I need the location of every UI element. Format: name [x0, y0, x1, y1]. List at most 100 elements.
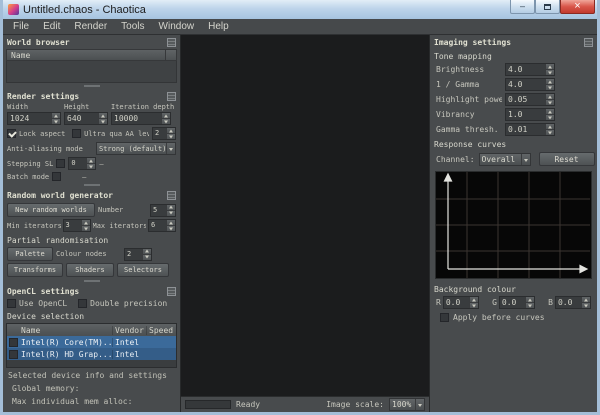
menu-render[interactable]: Render: [67, 20, 114, 33]
minimize-button[interactable]: –: [510, 0, 535, 14]
status-bar: Ready Image scale: 100%: [181, 396, 429, 412]
use-opencl-checkbox[interactable]: [7, 299, 16, 308]
width-input[interactable]: 1024: [7, 112, 61, 125]
render-settings-section-header: Render settings: [3, 89, 180, 103]
apply-before-curves-checkbox[interactable]: [440, 313, 449, 322]
device-row[interactable]: Intel(R) HD Grap... Intel: [7, 348, 176, 360]
brightness-input[interactable]: 4.0: [505, 63, 555, 76]
world-list[interactable]: [6, 61, 177, 83]
col-speed[interactable]: Speed: [146, 326, 176, 335]
imaging-settings-panel-icon[interactable]: [584, 38, 593, 47]
height-input[interactable]: 640: [64, 112, 108, 125]
background-colour-row: R 0.0 G 0.0 B 0.0: [430, 295, 597, 310]
selectors-button[interactable]: Selectors: [117, 263, 169, 277]
highlight-power-input[interactable]: 0.05: [505, 93, 555, 106]
aa-mode-select[interactable]: Strong (default): [96, 142, 176, 155]
shaders-button[interactable]: Shaders: [66, 263, 114, 277]
max-iterators-input[interactable]: 6: [148, 219, 176, 232]
image-scale-select[interactable]: 100%: [389, 398, 425, 411]
response-curves-label: Response curves: [430, 137, 597, 150]
image-scale-label: Image scale:: [326, 400, 384, 409]
stepping-sl-checkbox[interactable]: [56, 159, 65, 168]
apply-before-curves-row: Apply before curves: [430, 310, 597, 323]
device-checkbox[interactable]: [9, 338, 18, 347]
random-world-panel-icon[interactable]: [167, 191, 176, 200]
gamma-threshold-input[interactable]: 0.01: [505, 123, 555, 136]
vibrancy-label: Vibrancy: [436, 110, 502, 119]
batch-mode-checkbox[interactable]: [52, 172, 61, 181]
reset-button[interactable]: Reset: [539, 152, 595, 166]
green-input[interactable]: 0.0: [499, 296, 535, 309]
spin-down-icon: [51, 118, 60, 124]
gamma-input[interactable]: 4.0: [505, 78, 555, 91]
render-area[interactable]: [181, 35, 429, 396]
render-settings-panel-icon[interactable]: [167, 92, 176, 101]
aa-mode-label: Anti-aliasing mode: [7, 145, 83, 153]
aa-level-label: AA level: [125, 130, 149, 138]
batch-mode-label: Batch mode: [7, 173, 49, 181]
gamma-label: 1 / Gamma: [436, 80, 502, 89]
col-vendor[interactable]: Vendor: [112, 326, 146, 335]
spin-down-icon: [142, 254, 151, 260]
device-checkbox[interactable]: [9, 350, 18, 359]
world-browser-panel-icon[interactable]: [167, 38, 176, 47]
device-row[interactable]: Intel(R) Core(TM)... Intel: [7, 336, 176, 348]
menu-file[interactable]: File: [6, 20, 36, 33]
colour-nodes-input[interactable]: 2: [124, 248, 152, 261]
palette-button[interactable]: Palette: [7, 247, 53, 261]
close-icon: ×: [574, 2, 580, 11]
spin-down-icon: [166, 210, 175, 216]
response-curve-editor[interactable]: [435, 171, 592, 279]
apply-before-curves-label: Apply before curves: [453, 313, 545, 322]
use-opencl-label: Use OpenCL: [19, 299, 67, 308]
partial-randomisation-label: Partial randomisation: [3, 233, 180, 246]
spin-down-icon: [525, 302, 534, 308]
new-random-worlds-button[interactable]: New random worlds: [7, 203, 95, 217]
stepping-sl-input[interactable]: 0: [68, 157, 96, 170]
menu-edit[interactable]: Edit: [36, 20, 67, 33]
window-title: Untitled.chaos - Chaotica: [23, 4, 506, 16]
menu-bar: File Edit Render Tools Window Help: [3, 19, 597, 35]
menu-window[interactable]: Window: [152, 20, 202, 33]
channel-row: Channel: Overall Reset: [430, 150, 597, 168]
name-column-header[interactable]: Name: [6, 49, 177, 61]
spin-down-icon: [581, 302, 590, 308]
brightness-label: Brightness: [436, 65, 502, 74]
imaging-settings-section-header: Imaging settings: [430, 35, 597, 49]
blue-label: B: [548, 298, 553, 307]
ultra-quality-checkbox[interactable]: [72, 129, 81, 138]
maximize-button[interactable]: [535, 0, 560, 14]
spin-down-icon: [166, 133, 175, 139]
global-memory-label: Global memory:: [3, 382, 180, 395]
aa-level-input[interactable]: 2: [152, 127, 176, 140]
number-input[interactable]: 5: [150, 204, 176, 217]
col-name[interactable]: Name: [20, 326, 112, 335]
double-precision-checkbox[interactable]: [78, 299, 87, 308]
menu-help[interactable]: Help: [201, 20, 236, 33]
menu-tools[interactable]: Tools: [114, 20, 151, 33]
random-world-section-header: Random world generator: [3, 188, 180, 202]
transforms-button[interactable]: Transforms: [7, 263, 63, 277]
lock-aspect-checkbox[interactable]: [7, 129, 16, 138]
min-iterators-input[interactable]: 3: [63, 219, 91, 232]
opencl-panel-icon[interactable]: [167, 287, 176, 296]
spin-down-icon: [545, 114, 554, 120]
opencl-section-header: OpenCL settings: [3, 284, 180, 298]
close-button[interactable]: ×: [560, 0, 595, 14]
app-icon: [8, 4, 19, 15]
selected-device-info-label: Selected device info and settings: [3, 369, 180, 382]
status-text: Ready: [236, 400, 260, 409]
render-viewport: Ready Image scale: 100%: [181, 35, 429, 412]
chevron-down-icon: [521, 154, 530, 165]
channel-select[interactable]: Overall: [479, 153, 531, 166]
blue-input[interactable]: 0.0: [555, 296, 591, 309]
height-label: Height: [64, 103, 108, 111]
window-titlebar[interactable]: Untitled.chaos - Chaotica – ×: [3, 0, 597, 19]
red-input[interactable]: 0.0: [443, 296, 479, 309]
max-iterators-label: Max iterators: [93, 222, 147, 230]
device-table-header[interactable]: Name Vendor Speed: [7, 324, 176, 336]
red-label: R: [436, 298, 441, 307]
vibrancy-input[interactable]: 1.0: [505, 108, 555, 121]
curve-grid: [436, 172, 590, 278]
iteration-depth-input[interactable]: 10000: [111, 112, 171, 125]
